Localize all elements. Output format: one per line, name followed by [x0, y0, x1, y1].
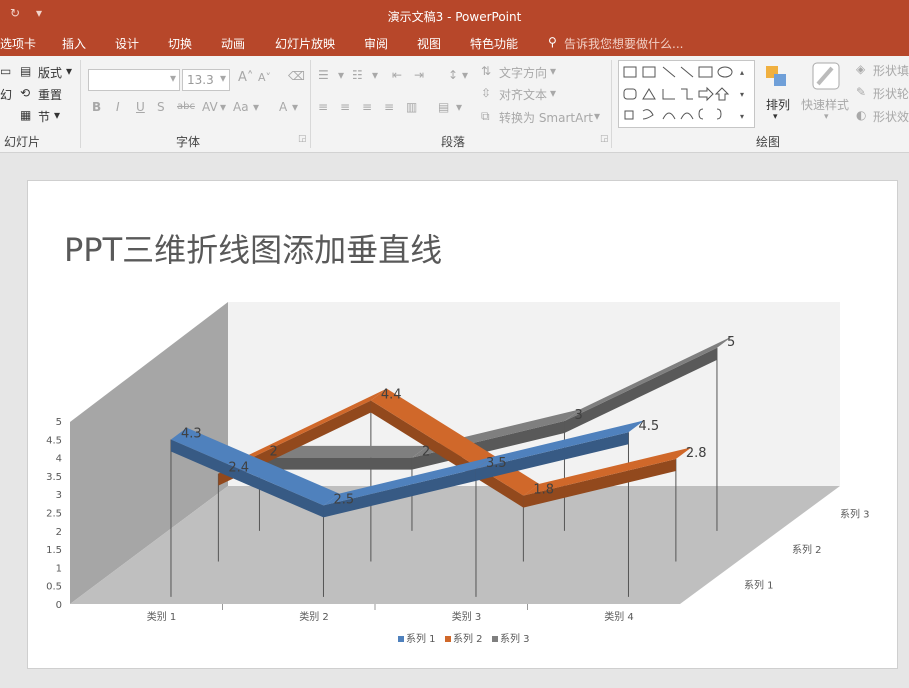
- legend-entry: 系列 1: [406, 632, 436, 645]
- data-label: 2.5: [333, 492, 354, 507]
- y-tick-label: 3.5: [46, 472, 62, 483]
- data-label: 5: [727, 335, 735, 350]
- y-tick-label: 0: [56, 600, 62, 611]
- legend-swatch: [445, 636, 451, 642]
- chart-legend[interactable]: 系列 1 系列 2 系列 3: [398, 632, 530, 645]
- x-tick-label: 类别 4: [604, 610, 634, 623]
- data-label: 2: [269, 445, 277, 460]
- data-label: 1.8: [533, 483, 554, 498]
- y-axis-tick-labels: 0 0.5 1 1.5 2 2.5 3 3.5 4 4.5 5: [46, 417, 62, 611]
- y-tick-label: 2: [56, 527, 62, 538]
- y-tick-label: 4: [56, 454, 62, 465]
- x-tick-label: 类别 2: [299, 610, 329, 623]
- depth-tick-label: 系列 1: [744, 578, 774, 591]
- y-tick-label: 1.5: [46, 545, 62, 556]
- x-tick-label: 类别 3: [452, 610, 482, 623]
- depth-tick-label: 系列 3: [840, 508, 870, 521]
- legend-entry: 系列 2: [453, 632, 483, 645]
- data-label: 4.5: [638, 419, 659, 434]
- y-tick-label: 0.5: [46, 582, 62, 593]
- legend-swatch: [492, 636, 498, 642]
- y-tick-label: 5: [56, 417, 62, 428]
- y-tick-label: 2.5: [46, 509, 62, 520]
- depth-tick-label: 系列 2: [792, 543, 822, 556]
- category-tick-marks: [222, 604, 528, 610]
- y-tick-label: 4.5: [46, 435, 62, 446]
- data-label: 4.3: [181, 427, 202, 442]
- data-label: 3.5: [486, 456, 507, 471]
- ribbon-side: [259, 457, 412, 470]
- x-axis-tick-labels: 类别 1 类别 2 类别 3 类别 4: [147, 610, 634, 623]
- data-label: 2: [422, 445, 430, 460]
- x-tick-label: 类别 1: [147, 610, 177, 623]
- data-label: 3: [574, 408, 582, 423]
- data-label: 4.4: [381, 387, 402, 402]
- data-label: 2.4: [228, 461, 249, 476]
- y-tick-label: 1: [56, 563, 62, 574]
- y-tick-label: 3: [56, 490, 62, 501]
- chart-3d-line[interactable]: 4.3 2.5 3.5 4.5 2.4 4.4 1.8 2.8 2 2 3 5 0 0.5 1 1.5 2 2.…: [0, 0, 909, 688]
- legend-entry: 系列 3: [500, 632, 530, 645]
- data-label: 2.8: [686, 446, 707, 461]
- legend-swatch: [398, 636, 404, 642]
